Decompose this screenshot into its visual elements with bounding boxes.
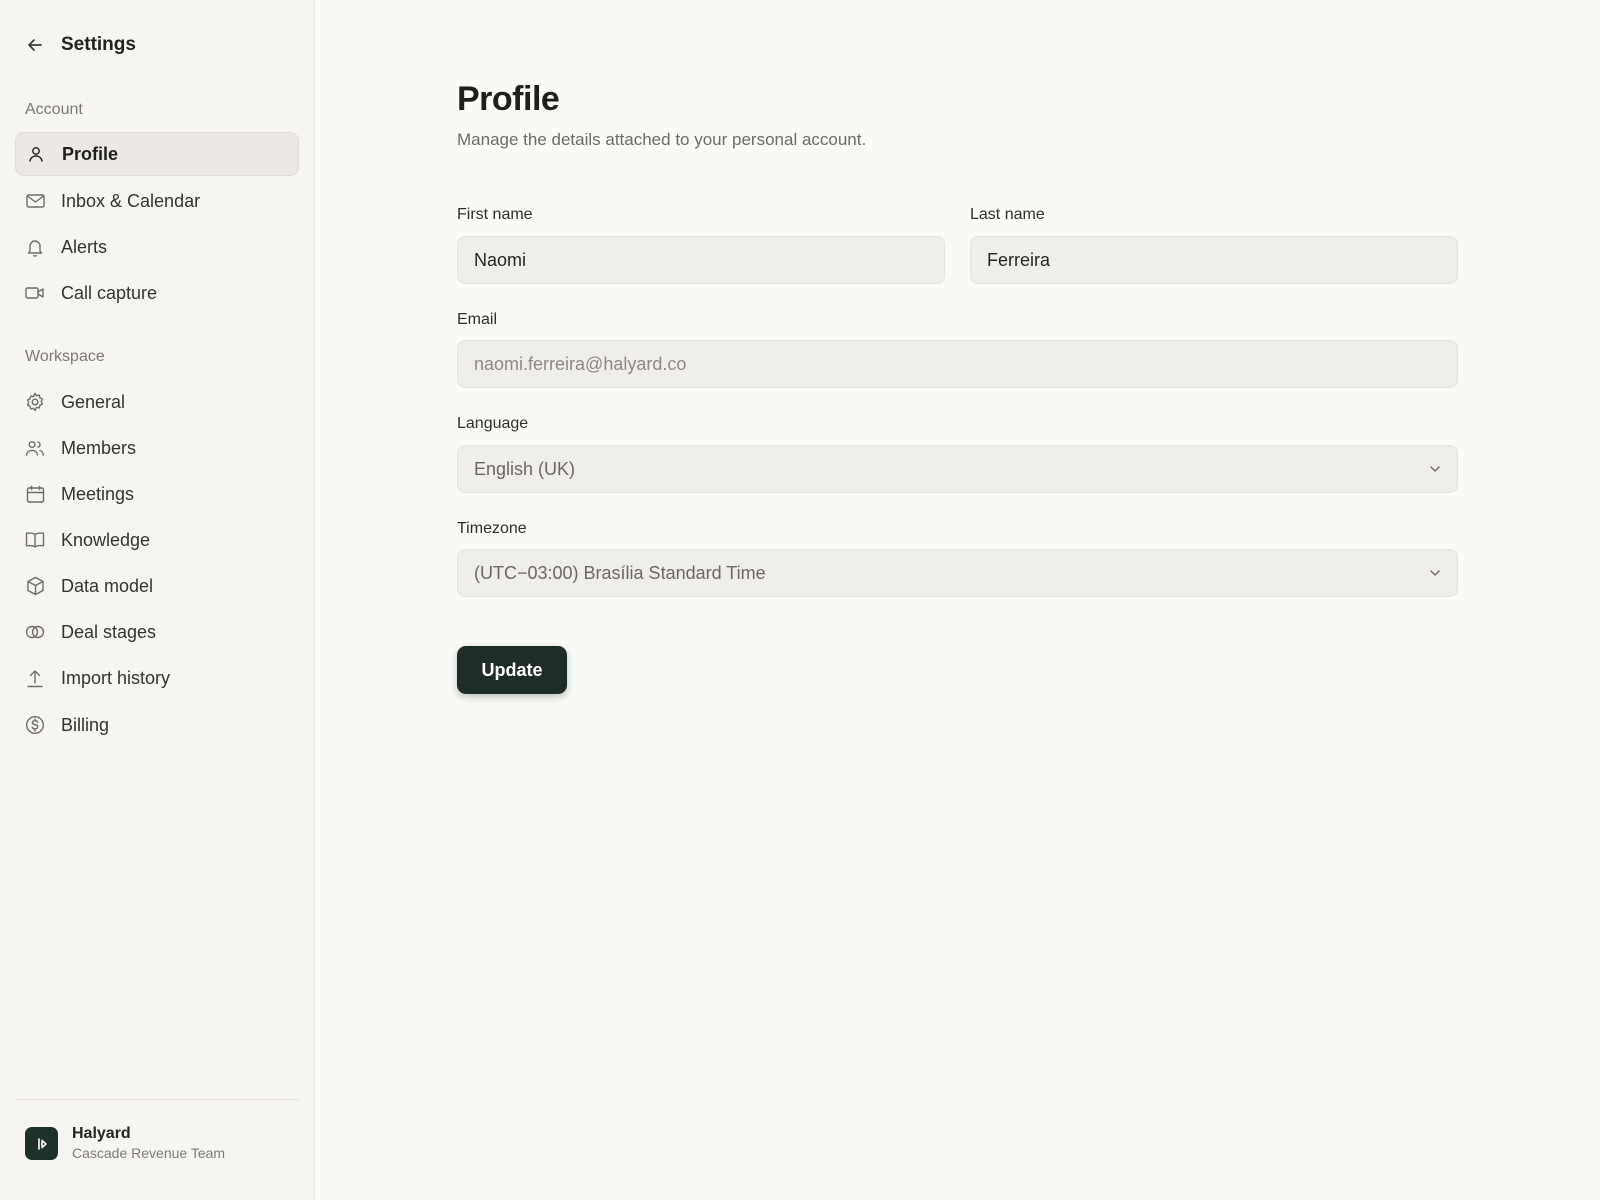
section-label-account: Account	[25, 101, 83, 118]
timezone-select[interactable]: (UTC−03:00) Brasília Standard Time	[457, 549, 1458, 597]
page-title: Profile	[457, 80, 560, 118]
language-label: Language	[457, 415, 529, 432]
chevron-down-icon	[1427, 461, 1443, 477]
sidebar-item-label: Billing	[61, 714, 110, 735]
sidebar-item-label: Members	[61, 437, 137, 458]
sidebar-item-data-model[interactable]: Data model	[15, 564, 299, 608]
workspace-switcher[interactable]: Halyard Cascade Revenue Team	[25, 1124, 225, 1163]
timezone-value: (UTC−03:00) Brasília Standard Time	[474, 562, 766, 583]
sidebar-item-meetings[interactable]: Meetings	[15, 472, 299, 516]
sidebar-item-label: Call capture	[61, 282, 158, 303]
sidebar-item-label: Knowledge	[61, 529, 151, 550]
sidebar-item-label: Data model	[61, 575, 154, 596]
sidebar-item-knowledge[interactable]: Knowledge	[15, 518, 299, 562]
dollar-icon	[25, 715, 45, 735]
first-name-label: First name	[457, 206, 533, 223]
sidebar-item-import-history[interactable]: Import history	[15, 656, 299, 700]
sidebar-item-label: Deal stages	[61, 621, 157, 642]
upload-icon	[25, 668, 45, 688]
mail-icon	[25, 191, 45, 211]
sidebar-item-inbox-calendar[interactable]: Inbox & Calendar	[15, 179, 299, 223]
workspace-text: Halyard Cascade Revenue Team	[72, 1124, 225, 1163]
user-icon	[26, 144, 46, 164]
workspace-logo-icon	[25, 1127, 58, 1160]
sidebar-item-members[interactable]: Members	[15, 426, 299, 470]
timezone-label: Timezone	[457, 520, 527, 537]
back-arrow-icon[interactable]	[24, 34, 46, 56]
email-value: naomi.ferreira@halyard.co	[474, 353, 687, 374]
last-name-value: Ferreira	[987, 249, 1051, 270]
language-value: English (UK)	[474, 458, 576, 479]
sidebar-item-label: Alerts	[61, 236, 108, 257]
section-label-workspace: Workspace	[25, 348, 105, 365]
sidebar-item-alerts[interactable]: Alerts	[15, 225, 299, 269]
last-name-label: Last name	[970, 206, 1045, 223]
sidebar-item-label: General	[61, 391, 126, 412]
last-name-field[interactable]: Ferreira	[970, 236, 1458, 284]
sidebar-item-label: Profile	[62, 143, 119, 164]
workspace-footer: Halyard Cascade Revenue Team	[15, 1099, 299, 1161]
rings-icon	[25, 622, 45, 642]
email-field[interactable]: naomi.ferreira@halyard.co	[457, 340, 1458, 388]
sidebar-item-label: Import history	[61, 667, 171, 688]
email-label: Email	[457, 311, 498, 328]
update-button[interactable]: Update	[457, 646, 567, 694]
sidebar-item-call-capture[interactable]: Call capture	[15, 271, 299, 315]
users-icon	[25, 438, 45, 458]
language-select[interactable]: English (UK)	[457, 445, 1458, 493]
sidebar-item-billing[interactable]: Billing	[15, 703, 299, 747]
calendar-icon	[25, 484, 45, 504]
sidebar-item-label: Inbox & Calendar	[61, 190, 201, 211]
main-content: Profile Manage the details attached to y…	[315, 0, 1600, 1200]
settings-app: Settings Account Profile Inbox & Calenda…	[0, 0, 1600, 1200]
bell-icon	[25, 237, 45, 257]
cube-icon	[25, 576, 45, 596]
book-icon	[25, 530, 45, 550]
sidebar-item-deal-stages[interactable]: Deal stages	[15, 610, 299, 654]
workspace-team: Cascade Revenue Team	[72, 1145, 226, 1161]
sidebar-title: Settings	[61, 34, 136, 55]
first-name-value: Naomi	[474, 249, 527, 270]
workspace-name: Halyard	[72, 1125, 131, 1142]
sidebar: Settings Account Profile Inbox & Calenda…	[0, 0, 315, 1200]
sidebar-item-general[interactable]: General	[15, 380, 299, 424]
gear-icon	[25, 392, 45, 412]
sidebar-item-label: Meetings	[61, 483, 135, 504]
video-icon	[25, 283, 45, 303]
chevron-down-icon	[1427, 565, 1443, 581]
sidebar-item-profile[interactable]: Profile	[15, 132, 299, 176]
page-subtitle: Manage the details attached to your pers…	[457, 130, 867, 149]
sidebar-header: Settings	[24, 30, 136, 60]
first-name-field[interactable]: Naomi	[457, 236, 945, 284]
